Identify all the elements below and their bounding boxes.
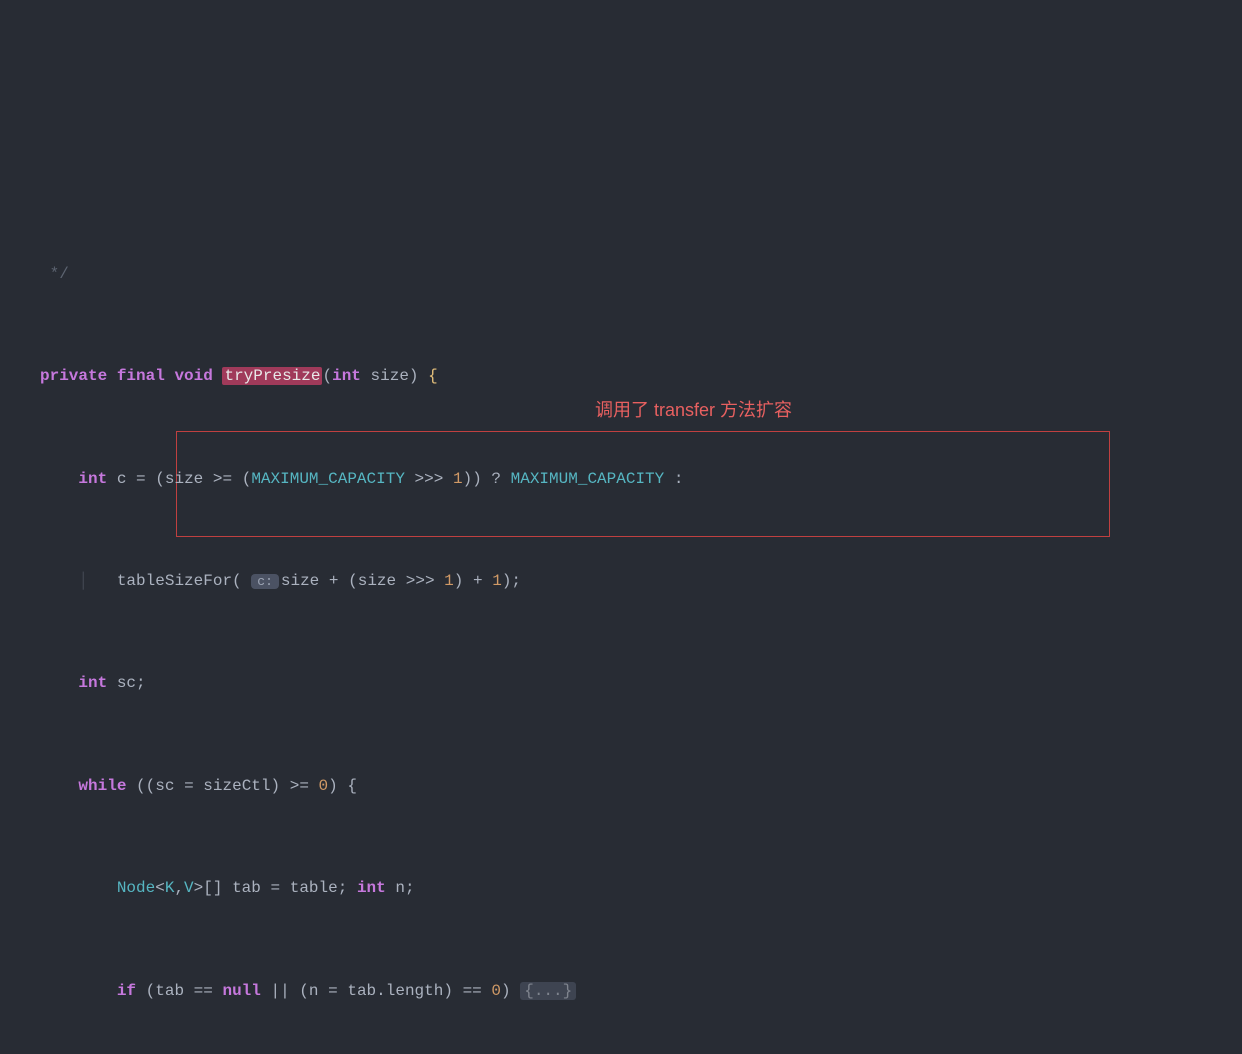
comment-close: */	[40, 265, 69, 283]
code-line: int c = (size >= (MAXIMUM_CAPACITY >>> 1…	[40, 467, 1242, 493]
code-line: │ tableSizeFor( c:size + (size >>> 1) + …	[40, 569, 1242, 595]
code-fold-toggle[interactable]: {...}	[520, 982, 576, 1000]
code-line: */	[40, 262, 1242, 288]
code-editor-pane[interactable]: 调用了 transfer 方法扩容 */ private final void …	[0, 102, 1242, 1054]
parameter-hint: c:	[251, 574, 279, 589]
method-name-highlighted: tryPresize	[222, 367, 322, 385]
code-line: if (tab == null || (n = tab.length) == 0…	[40, 979, 1242, 1005]
code-line: while ((sc = sizeCtl) >= 0) {	[40, 774, 1242, 800]
code-line: private final void tryPresize(int size) …	[40, 364, 1242, 390]
code-line: Node<K,V>[] tab = table; int n;	[40, 876, 1242, 902]
code-line: int sc;	[40, 671, 1242, 697]
annotation-label: 调用了 transfer 方法扩容	[595, 396, 792, 425]
